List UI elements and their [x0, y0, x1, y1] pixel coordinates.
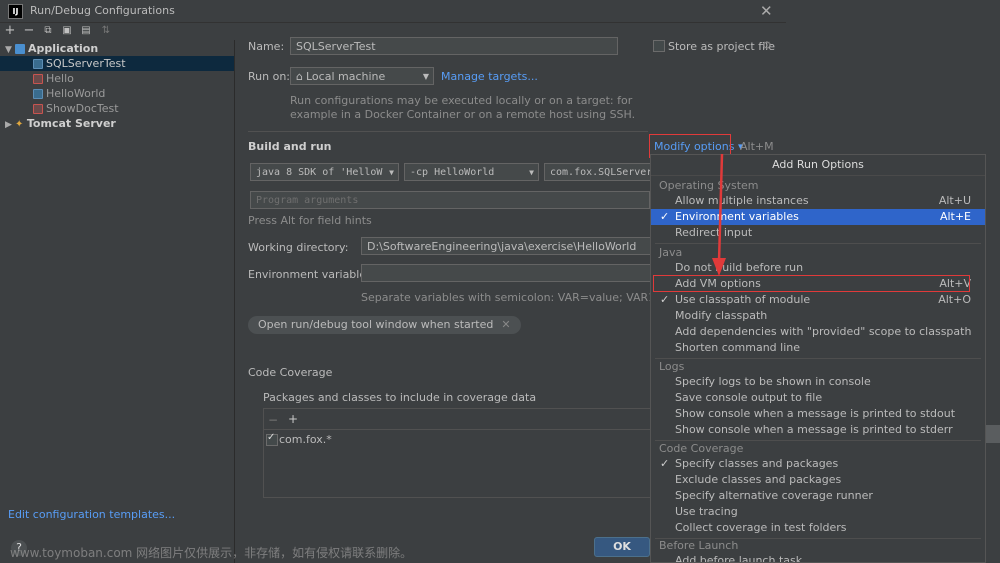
- working-dir-label: Working directory:: [248, 241, 349, 254]
- option-specify-classes-packages[interactable]: ✓ Specify classes and packages: [651, 456, 985, 472]
- jdk-select[interactable]: java 8 SDK of 'HelloW ▼: [250, 163, 399, 181]
- env-vars-label: Environment variables:: [248, 268, 376, 281]
- watermark-text: www.toymoban.com 网络图片仅供展示，非存储，如有侵权请联系删除。: [10, 546, 413, 560]
- group-code-coverage: Code Coverage: [659, 442, 744, 455]
- minus-icon[interactable]: −: [268, 413, 278, 427]
- move-icon[interactable]: ▤: [78, 22, 94, 40]
- run-on-select[interactable]: ⌂ Local machine ▼: [290, 67, 434, 85]
- chevron-down-icon: ▼: [529, 168, 534, 177]
- add-package-icon[interactable]: +: [288, 412, 298, 426]
- sort-icon[interactable]: ⇅: [98, 22, 114, 40]
- classpath-select[interactable]: -cp HelloWorld ▼: [404, 163, 539, 181]
- class-icon: [33, 89, 43, 99]
- program-arguments-input[interactable]: Program arguments: [250, 191, 650, 209]
- option-alternative-coverage-runner[interactable]: Specify alternative coverage runner: [651, 488, 985, 504]
- add-run-options-popup: Add Run Options Operating System Allow m…: [650, 154, 986, 563]
- packages-label: Packages and classes to include in cover…: [263, 391, 537, 404]
- window-title: Run/Debug Configurations: [30, 4, 175, 17]
- option-specify-logs[interactable]: Specify logs to be shown in console: [651, 374, 985, 390]
- close-icon[interactable]: ✕: [760, 2, 773, 20]
- option-use-tracing[interactable]: Use tracing: [651, 504, 985, 520]
- run-on-hint-line-2: example in a Docker Container or on a re…: [290, 108, 636, 121]
- env-vars-input[interactable]: [361, 264, 651, 282]
- add-icon[interactable]: +: [2, 22, 18, 40]
- option-add-before-launch-task[interactable]: Add before launch task: [651, 553, 985, 562]
- option-do-not-build[interactable]: Do not build before run: [651, 260, 985, 276]
- group-operating-system: Operating System: [659, 179, 759, 192]
- tree-item-tomcat-server[interactable]: ▶ ✦ Tomcat Server: [0, 116, 116, 131]
- group-logs: Logs: [659, 360, 685, 373]
- option-environment-variables[interactable]: ✓ Environment variables Alt+E: [651, 209, 985, 225]
- intellij-app-icon: IJ: [8, 4, 23, 19]
- tree-item-showdoctest[interactable]: ShowDocTest: [0, 101, 119, 116]
- option-show-console-stdout[interactable]: Show console when a message is printed t…: [651, 406, 985, 422]
- title-bar: IJ Run/Debug Configurations ✕: [0, 0, 786, 23]
- coverage-entry: com.fox.*: [279, 433, 332, 446]
- annotation-arrow: [712, 153, 726, 276]
- name-input[interactable]: SQLServerTest: [290, 37, 618, 55]
- tree-item-application[interactable]: ▼ Application: [0, 41, 234, 56]
- class-icon: [33, 59, 43, 69]
- chevron-down-icon: ▼: [389, 168, 394, 177]
- class-error-icon: [33, 74, 43, 84]
- option-save-console-output[interactable]: Save console output to file: [651, 390, 985, 406]
- class-error-icon: [33, 104, 43, 114]
- remove-tag-icon[interactable]: ✕: [501, 318, 510, 331]
- config-toolbar: + − ⧉ ▣ ▤ ⇅: [0, 22, 234, 40]
- home-icon: ⌂: [296, 70, 303, 83]
- run-on-label: Run on:: [248, 70, 290, 83]
- save-icon[interactable]: ▣: [59, 22, 75, 40]
- tree-item-sqlservertest[interactable]: SQLServerTest: [0, 56, 234, 71]
- run-on-hint-line-1: Run configurations may be executed local…: [290, 94, 633, 107]
- chevron-down-icon: ▼: [422, 72, 429, 81]
- group-before-launch: Before Launch: [659, 539, 739, 552]
- add-vm-options-annotation: [653, 275, 970, 292]
- option-show-console-stderr[interactable]: Show console when a message is printed t…: [651, 422, 985, 438]
- edit-templates-link[interactable]: Edit configuration templates...: [8, 508, 175, 521]
- application-icon: [15, 44, 25, 54]
- chevron-right-icon[interactable]: ▶: [5, 118, 15, 133]
- copy-icon[interactable]: ⧉: [40, 22, 56, 40]
- name-label: Name:: [248, 40, 285, 53]
- tree-item-helloworld[interactable]: HelloWorld: [0, 86, 105, 101]
- tree-item-hello[interactable]: Hello: [0, 71, 74, 86]
- option-redirect-input[interactable]: Redirect input: [651, 225, 985, 241]
- popup-title: Add Run Options: [651, 155, 985, 176]
- option-collect-coverage-test-folders[interactable]: Collect coverage in test folders: [651, 520, 985, 536]
- modify-options-shortcut: Alt+M: [740, 140, 774, 153]
- remove-icon[interactable]: −: [21, 22, 37, 40]
- section-divider: [248, 131, 648, 132]
- check-icon: ✓: [660, 457, 670, 470]
- field-hint: Press Alt for field hints: [248, 214, 372, 227]
- open-tool-window-tag[interactable]: Open run/debug tool window when started ✕: [248, 316, 521, 334]
- store-project-checkbox[interactable]: [653, 40, 665, 52]
- code-coverage-title: Code Coverage: [248, 366, 333, 379]
- coverage-list: − + com.fox.*: [263, 408, 653, 498]
- config-tree-panel: ▼ Application SQLServerTest Hello HelloWo…: [0, 40, 235, 563]
- group-java: Java: [659, 246, 683, 259]
- check-icon: ✓: [660, 293, 670, 306]
- build-run-title: Build and run: [248, 140, 332, 153]
- coverage-entry-checkbox[interactable]: [266, 432, 278, 446]
- manage-targets-link[interactable]: Manage targets...: [441, 70, 538, 83]
- store-project-label: Store as project file: [668, 40, 775, 53]
- tomcat-icon: ✦: [15, 119, 24, 130]
- option-allow-multiple-instances[interactable]: Allow multiple instances Alt+U: [651, 193, 985, 209]
- settings-icon[interactable]: ⚙: [762, 39, 772, 52]
- option-add-provided-dependencies[interactable]: Add dependencies with "provided" scope t…: [651, 324, 985, 340]
- option-shorten-command-line[interactable]: Shorten command line: [651, 340, 985, 356]
- working-dir-input[interactable]: D:\SoftwareEngineering\java\exercise\Hel…: [361, 237, 651, 255]
- option-modify-classpath[interactable]: Modify classpath: [651, 308, 985, 324]
- option-use-classpath-of-module[interactable]: ✓ Use classpath of module Alt+O: [651, 292, 985, 308]
- main-class-input[interactable]: com.fox.SQLServer: [544, 163, 652, 181]
- check-icon: ✓: [660, 210, 670, 223]
- ok-button[interactable]: OK: [594, 537, 650, 557]
- option-exclude-classes-packages[interactable]: Exclude classes and packages: [651, 472, 985, 488]
